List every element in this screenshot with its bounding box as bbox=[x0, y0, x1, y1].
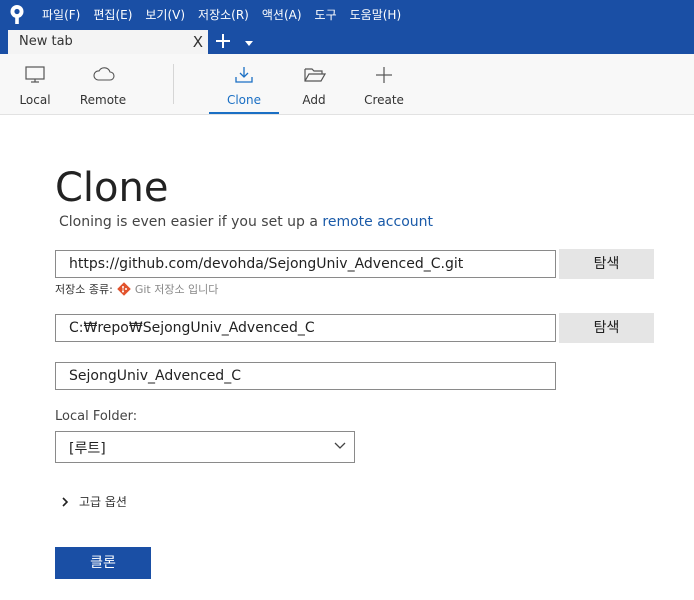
remote-button[interactable]: Remote bbox=[68, 54, 138, 114]
create-label: Create bbox=[364, 93, 404, 107]
clone-button[interactable]: 클론 bbox=[55, 547, 151, 579]
local-folder-select[interactable]: [루트] bbox=[55, 431, 355, 463]
destination-path-input[interactable]: C:₩repo₩SejongUniv_Advenced_C bbox=[55, 314, 556, 342]
tab-new-tab[interactable]: New tab X bbox=[8, 30, 208, 54]
close-icon[interactable]: X bbox=[193, 33, 203, 51]
chevron-right-icon bbox=[62, 496, 69, 507]
remote-label: Remote bbox=[79, 93, 127, 107]
toolbar-divider bbox=[173, 64, 174, 104]
menu-tools[interactable]: 도구 bbox=[315, 6, 337, 23]
sourcetree-logo-icon[interactable] bbox=[8, 4, 26, 24]
page-title: Clone bbox=[55, 165, 169, 211]
git-icon bbox=[117, 282, 131, 296]
add-button[interactable]: Add bbox=[279, 54, 349, 114]
remote-account-link[interactable]: remote account bbox=[322, 214, 433, 230]
create-button[interactable]: Create bbox=[349, 54, 419, 114]
browse-path-button[interactable]: 탐색 bbox=[559, 313, 654, 343]
plus-icon bbox=[376, 67, 392, 83]
title-bar: 파일(F) 편집(E) 보기(V) 저장소(R) 액션(A) 도구 도움말(H) bbox=[0, 0, 694, 28]
local-button[interactable]: Local bbox=[0, 54, 70, 114]
folder-open-icon bbox=[304, 68, 326, 82]
cloud-icon bbox=[93, 67, 115, 81]
menu-edit[interactable]: 편집(E) bbox=[93, 6, 132, 23]
local-folder-value: [루트] bbox=[69, 441, 106, 457]
advanced-options-label: 고급 옵션 bbox=[79, 495, 127, 509]
source-url-input[interactable]: https://github.com/devohda/SejongUniv_Ad… bbox=[55, 250, 556, 278]
local-folder-label: Local Folder: bbox=[55, 409, 138, 424]
menu-view[interactable]: 보기(V) bbox=[145, 6, 185, 23]
repo-type: 저장소 종류: Git 저장소 입니다 bbox=[55, 281, 218, 297]
clone-tab-label: Clone bbox=[226, 93, 262, 107]
add-label: Add bbox=[302, 93, 326, 107]
menu-bar: 파일(F) 편집(E) 보기(V) 저장소(R) 액션(A) 도구 도움말(H) bbox=[42, 6, 414, 23]
repo-name-input[interactable]: SejongUniv_Advenced_C bbox=[55, 362, 556, 390]
monitor-icon bbox=[25, 66, 45, 83]
repo-type-label: 저장소 종류: bbox=[55, 283, 113, 296]
browse-url-button[interactable]: 탐색 bbox=[559, 249, 654, 279]
menu-actions[interactable]: 액션(A) bbox=[262, 6, 302, 23]
chevron-down-icon[interactable] bbox=[245, 41, 253, 46]
clone-tab-button[interactable]: Clone bbox=[209, 54, 279, 114]
menu-repository[interactable]: 저장소(R) bbox=[198, 6, 249, 23]
tab-bar: New tab X bbox=[0, 28, 694, 54]
local-label: Local bbox=[19, 93, 51, 107]
menu-file[interactable]: 파일(F) bbox=[42, 6, 80, 23]
repo-type-value: Git 저장소 입니다 bbox=[134, 283, 219, 296]
advanced-options-toggle[interactable]: 고급 옵션 bbox=[61, 493, 127, 510]
subtitle-text: Cloning is even easier if you set up a bbox=[59, 214, 323, 230]
tab-title: New tab bbox=[19, 34, 73, 49]
plus-icon[interactable] bbox=[215, 33, 231, 49]
download-icon bbox=[235, 67, 253, 83]
chevron-down-icon bbox=[334, 442, 346, 449]
menu-help[interactable]: 도움말(H) bbox=[350, 6, 402, 23]
page-subtitle: Cloning is even easier if you set up a r… bbox=[59, 214, 433, 230]
toolbar: Local Remote Clone Add Create bbox=[0, 54, 694, 115]
